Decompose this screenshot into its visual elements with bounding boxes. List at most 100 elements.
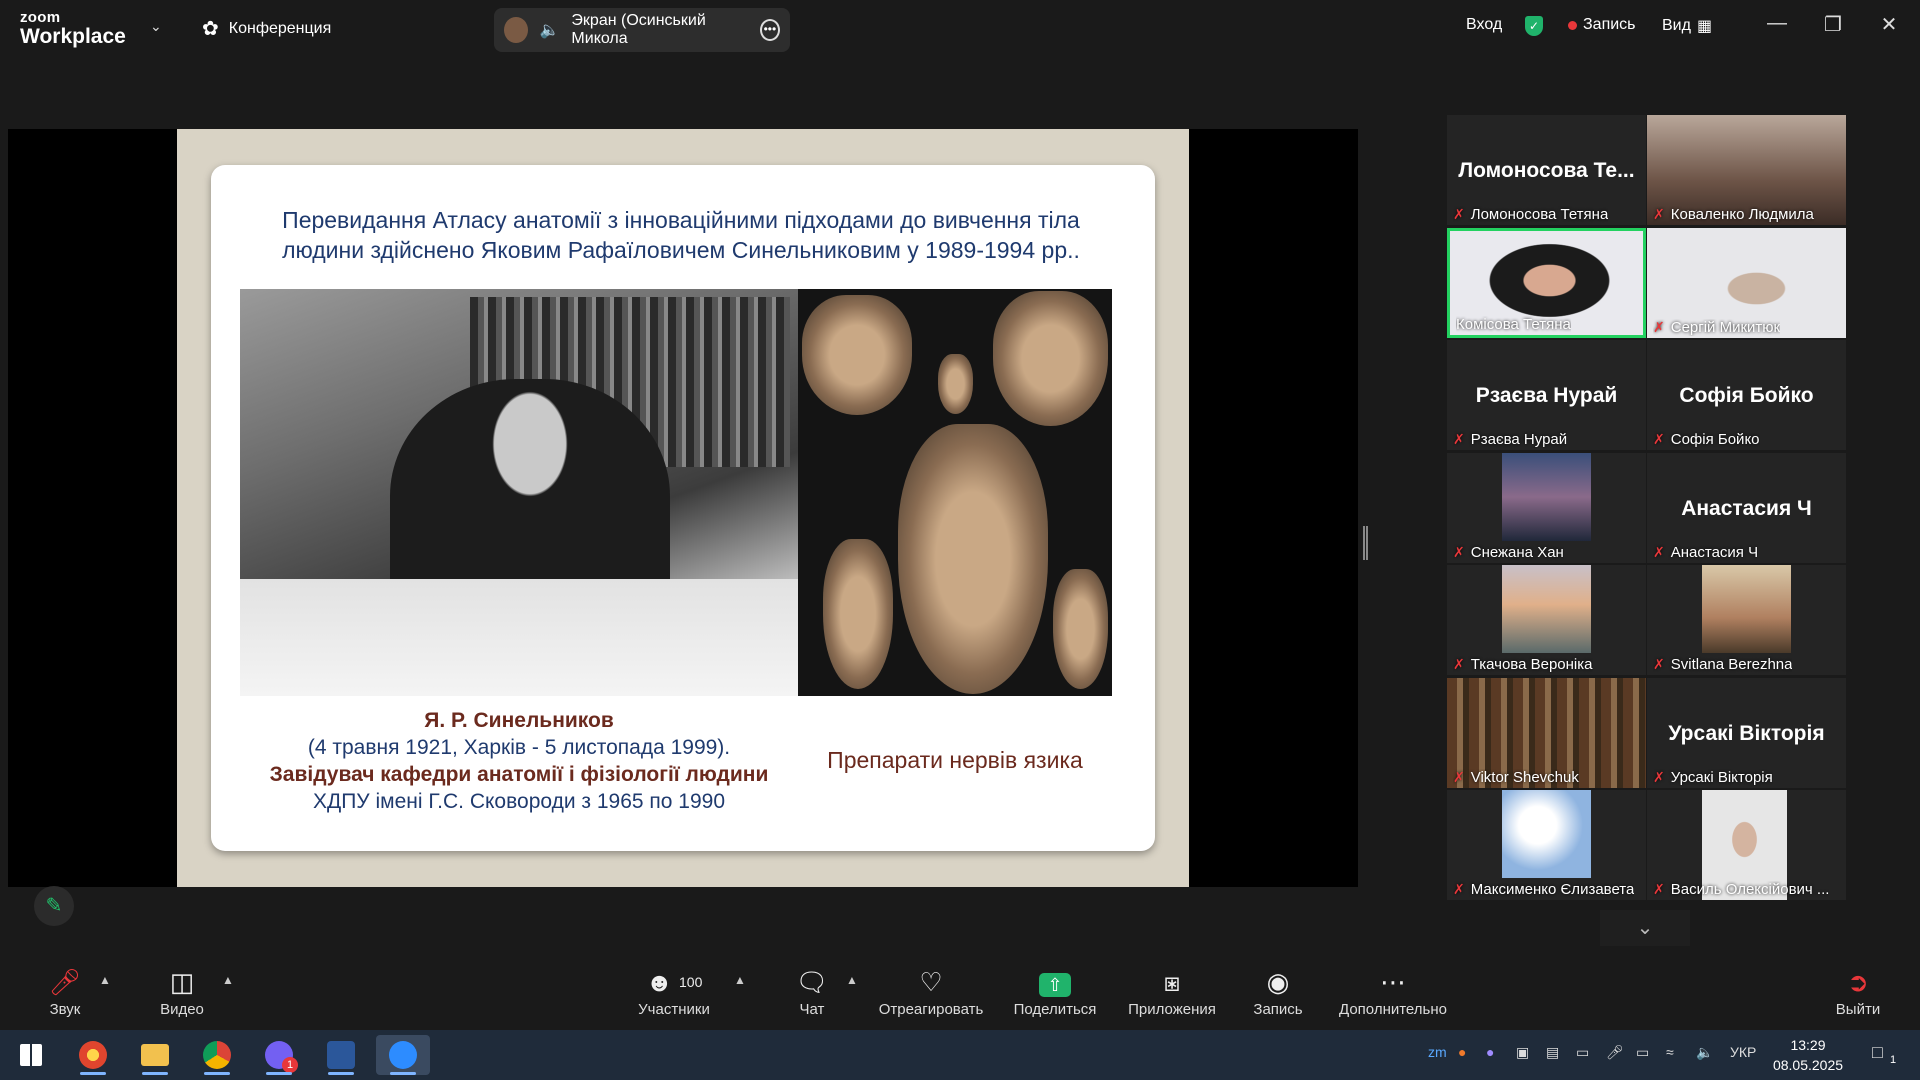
mic-muted-icon: ✗ (1653, 318, 1665, 335)
conference-label: Конференция (228, 19, 332, 37)
nerve-specimen-photo (798, 289, 1112, 696)
taskbar-clock[interactable]: 13:29 08.05.2025 (1768, 1035, 1848, 1075)
presentation-slide: Перевидання Атласу анатомії з інноваційн… (177, 129, 1189, 887)
heart-icon: ♡ (919, 967, 943, 997)
security-shield-icon[interactable]: ✓ (1525, 16, 1543, 36)
word-icon (327, 1041, 355, 1069)
login-button[interactable]: Вход (1466, 16, 1502, 34)
resize-handle[interactable] (1363, 526, 1368, 560)
participant-tile[interactable]: ✗ Максименко Єлизавета (1447, 790, 1646, 900)
participant-tile[interactable]: ✗ Снежана Хан (1447, 452, 1646, 563)
participant-tile[interactable]: ✗ Ткачова Вероніка (1447, 565, 1646, 675)
participant-tile[interactable]: ✗ Svitlana Berezhna (1647, 565, 1846, 675)
participant-tile[interactable]: Софія Бойко ✗ Софія Бойко (1647, 340, 1846, 450)
participant-name: Коваленко Людмила (1670, 206, 1814, 223)
leave-button[interactable]: ➲ Выйти (1834, 965, 1882, 1018)
record-button[interactable]: ◉ Запись (1250, 965, 1306, 1018)
participant-name: Снежана Хан (1470, 543, 1564, 561)
taskbar-app-browser[interactable] (66, 1035, 120, 1075)
display-icon[interactable]: ▭ (1576, 1044, 1589, 1061)
more-dots-icon: ⋯ (1380, 967, 1406, 997)
participant-name: Максименко Єлизавета (1470, 881, 1635, 898)
specimen-piece (802, 295, 912, 415)
share-label: Экран (Осинський Микола (571, 12, 706, 47)
chevron-down-icon[interactable]: ⌄ (150, 18, 162, 35)
mic-muted-icon: ✗ (1653, 881, 1665, 897)
audio-options-caret-icon[interactable]: ▲ (99, 973, 111, 987)
audio-button[interactable]: 🎤︎ Звук (40, 965, 90, 1018)
screen-share-indicator[interactable]: 🔈 Экран (Осинський Микола ••• (494, 8, 790, 52)
view-label: Вид (1662, 17, 1691, 34)
running-indicator (266, 1072, 292, 1075)
network-drive-icon[interactable]: ▣ (1516, 1044, 1529, 1061)
logo-line-2: Workplace (20, 25, 126, 48)
participant-tile[interactable]: ✗ Василь Олексійович ... (1647, 790, 1846, 900)
participant-label: ✗ Viktor Shevchuk (1453, 769, 1579, 786)
video-camera-icon: ◫ (169, 967, 195, 997)
wifi-icon[interactable]: ≈ (1666, 1044, 1674, 1060)
participant-display-name: Ломоносова Те... (1458, 159, 1635, 182)
record-circle-icon: ◉ (1266, 967, 1290, 997)
participants-caret-icon[interactable]: ▲ (734, 973, 746, 987)
chat-caret-icon[interactable]: ▲ (846, 973, 858, 987)
notifications-count: 1 (1890, 1054, 1897, 1066)
participant-tile[interactable]: ✗ Сергій Микитюк (1647, 227, 1846, 338)
apps-label: Приложения (1128, 1001, 1216, 1018)
participant-name: Ткачова Вероніка (1470, 656, 1593, 673)
zoom-tray-icon[interactable]: zm (1428, 1044, 1447, 1060)
check-icon: ✓ (1525, 16, 1543, 36)
browser-tray-icon[interactable]: ● (1458, 1044, 1466, 1060)
participant-tile[interactable]: Рзаєва Нурай ✗ Рзаєва Нурай (1447, 340, 1646, 450)
participants-button[interactable]: ☻ 100 Участники (632, 965, 716, 1018)
slide-title-line-2: людини здійснено Яковим Рафаїловичем Син… (282, 237, 1080, 263)
participant-tile[interactable]: ✗ Viktor Shevchuk (1447, 677, 1646, 788)
view-button[interactable]: Вид ▦ (1662, 16, 1712, 36)
running-indicator (142, 1072, 168, 1075)
participant-name: Рзаєва Нурай (1470, 431, 1568, 448)
video-options-caret-icon[interactable]: ▲ (222, 973, 234, 987)
taskbar-app-chrome[interactable] (190, 1035, 244, 1075)
participant-label: ✗ Софія Бойко (1653, 431, 1760, 448)
restore-icon[interactable]: ❐ (1818, 12, 1848, 37)
folder-icon (141, 1044, 169, 1066)
participant-tile[interactable]: Анастасия Ч ✗ Анастасия Ч (1647, 452, 1846, 563)
share-screen-button[interactable]: ⇧ Поделиться (1012, 965, 1098, 1018)
chevron-down-icon[interactable]: ⌄ (1600, 910, 1690, 946)
start-button[interactable] (4, 1035, 58, 1075)
close-icon[interactable]: ✕ (1874, 12, 1904, 37)
taskbar-app-explorer[interactable] (128, 1035, 182, 1075)
volume-icon[interactable]: 🔈 (1696, 1044, 1713, 1061)
annotate-pencil-icon[interactable]: ✎ (34, 886, 74, 926)
participant-tile[interactable]: ✗Комісова Тетяна (1447, 227, 1646, 338)
chat-button[interactable]: 🗨︎ Чат (789, 965, 835, 1018)
specimen-piece (898, 424, 1048, 694)
participant-tile[interactable]: Ломоносова Те... ✗ Ломоносова Тетяна (1447, 115, 1646, 225)
desk (240, 579, 798, 696)
participant-video (1702, 565, 1791, 653)
record-indicator[interactable]: Запись (1568, 16, 1636, 34)
apps-button[interactable]: ⧆ Приложения (1124, 965, 1220, 1018)
participant-tile[interactable]: Урсакі Вікторія ✗ Урсакі Вікторія (1647, 677, 1846, 788)
react-button[interactable]: ♡ Отреагировать (875, 965, 987, 1018)
participant-name: Василь Олексійович ... (1670, 881, 1830, 898)
media-icon[interactable]: ▤ (1546, 1044, 1559, 1061)
taskbar-app-viber[interactable]: 1 (252, 1035, 306, 1075)
notifications-icon[interactable]: □ (1872, 1042, 1883, 1063)
more-icon[interactable]: ••• (759, 19, 780, 41)
mic-muted-icon: ✗ (1453, 656, 1465, 672)
minimize-icon[interactable]: — (1762, 12, 1792, 35)
battery-icon[interactable]: ▭ (1636, 1044, 1649, 1061)
microphone-tray-icon[interactable]: 🎤︎ (1606, 1044, 1624, 1061)
more-button[interactable]: ⋯ Дополнительно (1336, 965, 1450, 1018)
viber-tray-icon[interactable]: ● (1486, 1044, 1494, 1060)
portrait-caption: Я. Р. Синельников (4 травня 1921, Харків… (240, 707, 798, 815)
video-button[interactable]: ◫ Видео (156, 965, 208, 1018)
conference-menu[interactable]: ✿ Конференция (202, 16, 331, 41)
mic-muted-icon: 🎤︎ (48, 967, 82, 997)
taskbar-app-word[interactable] (314, 1035, 368, 1075)
paw-icon: ✿ (202, 18, 219, 40)
language-indicator[interactable]: УКР (1730, 1044, 1756, 1060)
chrome-icon (203, 1041, 231, 1069)
participant-tile[interactable]: ✗ Коваленко Людмила (1647, 115, 1846, 225)
taskbar-app-zoom[interactable] (376, 1035, 430, 1075)
